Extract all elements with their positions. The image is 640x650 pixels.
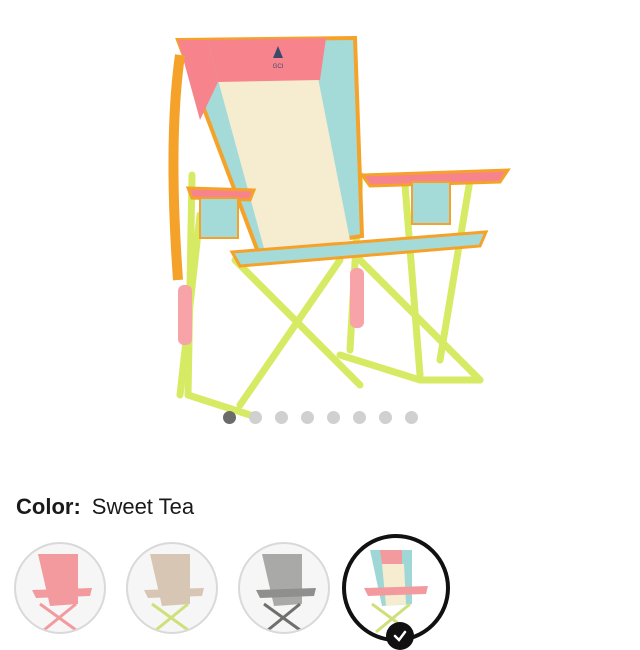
- product-image-carousel[interactable]: GCI: [0, 0, 640, 440]
- gray-swatch[interactable]: [238, 542, 330, 634]
- carousel-dot[interactable]: [274, 411, 288, 424]
- chair-thumbnail: [256, 554, 316, 632]
- color-label-row: Color: Sweet Tea: [16, 494, 194, 520]
- chair-thumbnail: [144, 554, 204, 632]
- color-swatch-list: [14, 534, 640, 650]
- selected-check-icon: [386, 622, 414, 650]
- color-label: Color:: [16, 494, 81, 519]
- carousel-dot[interactable]: [300, 411, 314, 424]
- carousel-dot[interactable]: [248, 411, 262, 424]
- carousel-dot[interactable]: [378, 411, 392, 424]
- carousel-dot[interactable]: [222, 411, 236, 424]
- carousel-dot[interactable]: [326, 411, 340, 424]
- selected-color-value: Sweet Tea: [91, 494, 195, 519]
- chair-thumbnail: [32, 554, 92, 632]
- carousel-pagination[interactable]: [0, 411, 640, 425]
- carousel-dot[interactable]: [404, 411, 418, 424]
- coral-swatch[interactable]: [14, 542, 106, 634]
- brand-logo: GCI: [273, 64, 284, 70]
- carousel-dot[interactable]: [352, 411, 366, 424]
- sand-swatch[interactable]: [126, 542, 218, 634]
- product-image: GCI: [168, 35, 511, 419]
